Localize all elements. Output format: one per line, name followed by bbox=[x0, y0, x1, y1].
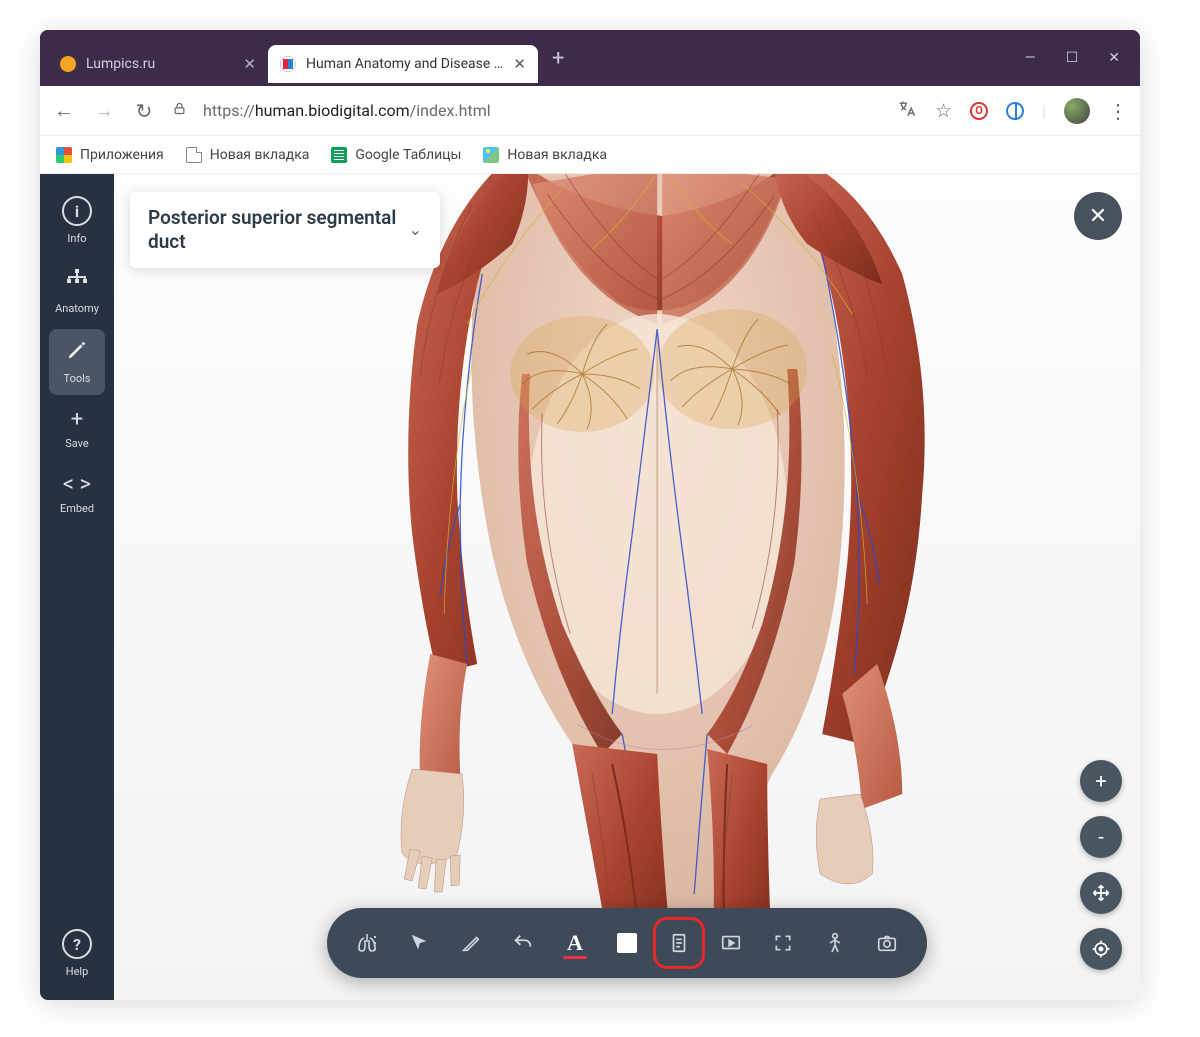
close-panel-button[interactable]: ✕ bbox=[1074, 192, 1122, 240]
profile-avatar[interactable] bbox=[1064, 98, 1090, 124]
opera-icon[interactable]: O bbox=[970, 102, 988, 120]
favicon-lumpics bbox=[60, 56, 76, 72]
browser-menu-button[interactable]: ⋮ bbox=[1108, 99, 1128, 123]
plus-icon: + bbox=[71, 409, 83, 431]
bookmark-newtab[interactable]: Новая вкладка bbox=[186, 147, 310, 163]
favicon-biodigital bbox=[280, 56, 296, 72]
help-icon: ? bbox=[62, 929, 92, 959]
tab-biodigital[interactable]: Human Anatomy and Disease in ✕ bbox=[268, 45, 538, 83]
app-area: i Info Anatomy Tools bbox=[40, 174, 1140, 1000]
anatomy-icon bbox=[64, 269, 90, 296]
bottom-toolbar: A bbox=[327, 908, 927, 978]
tool-pointer[interactable] bbox=[397, 921, 441, 965]
sidebar: i Info Anatomy Tools bbox=[40, 174, 114, 1000]
anatomy-label-card[interactable]: Posterior superior segmental duct ⌄ bbox=[130, 192, 440, 268]
tool-color[interactable] bbox=[605, 921, 649, 965]
translate-icon[interactable] bbox=[897, 99, 917, 123]
zoom-out-button[interactable]: - bbox=[1080, 816, 1122, 858]
pencil-icon bbox=[66, 339, 88, 366]
tool-scalpel[interactable] bbox=[449, 921, 493, 965]
globe-icon[interactable] bbox=[1006, 102, 1024, 120]
url-input[interactable]: https://human.biodigital.com/index.html bbox=[203, 101, 881, 120]
file-icon bbox=[186, 147, 202, 163]
tab-lumpics[interactable]: Lumpics.ru ✕ bbox=[48, 45, 268, 83]
reload-button[interactable]: ↻ bbox=[132, 99, 156, 123]
bookmark-newtab-2[interactable]: Новая вкладка bbox=[483, 147, 607, 163]
bookmark-sheets[interactable]: Google Таблицы bbox=[331, 147, 461, 163]
address-bar: ← → ↻ https://human.biodigital.com/index… bbox=[40, 86, 1140, 136]
star-icon[interactable]: ☆ bbox=[935, 99, 952, 122]
sidebar-item-save[interactable]: + Save bbox=[49, 399, 105, 460]
sidebar-item-help[interactable]: ? Help bbox=[49, 919, 105, 988]
tab-title: Human Anatomy and Disease in bbox=[306, 56, 503, 72]
picture-icon bbox=[483, 147, 499, 163]
pan-button[interactable] bbox=[1080, 872, 1122, 914]
sidebar-item-anatomy[interactable]: Anatomy bbox=[49, 259, 105, 325]
code-icon: < > bbox=[63, 474, 91, 496]
bookmarks-bar: Приложения Новая вкладка Google Таблицы … bbox=[40, 136, 1140, 174]
bookmark-apps[interactable]: Приложения bbox=[56, 147, 164, 163]
sheets-icon bbox=[331, 147, 347, 163]
anatomy-model[interactable] bbox=[262, 174, 1022, 974]
zoom-in-button[interactable]: + bbox=[1080, 760, 1122, 802]
tool-undo[interactable] bbox=[501, 921, 545, 965]
locate-button[interactable] bbox=[1080, 928, 1122, 970]
tool-figure[interactable] bbox=[813, 921, 857, 965]
sidebar-item-tools[interactable]: Tools bbox=[49, 329, 105, 395]
close-icon: ✕ bbox=[1089, 204, 1107, 229]
maximize-button[interactable]: ☐ bbox=[1066, 50, 1079, 66]
new-tab-button[interactable]: + bbox=[538, 46, 578, 71]
sidebar-item-embed[interactable]: < > Embed bbox=[49, 464, 105, 525]
forward-button[interactable]: → bbox=[92, 98, 116, 123]
close-icon[interactable]: ✕ bbox=[243, 55, 256, 73]
white-square-icon bbox=[617, 933, 637, 953]
chevron-down-icon[interactable]: ⌄ bbox=[409, 220, 422, 239]
tool-notes[interactable] bbox=[657, 921, 701, 965]
lock-icon[interactable] bbox=[172, 101, 187, 120]
tool-text[interactable]: A bbox=[553, 921, 597, 965]
tool-camera[interactable] bbox=[865, 921, 909, 965]
tab-title: Lumpics.ru bbox=[86, 56, 233, 72]
toolbar-more-button[interactable]: ⋮ bbox=[366, 933, 384, 954]
tool-fullscreen[interactable] bbox=[761, 921, 805, 965]
zoom-controls: + - bbox=[1080, 760, 1122, 970]
tool-present[interactable] bbox=[709, 921, 753, 965]
back-button[interactable]: ← bbox=[52, 98, 76, 123]
apps-icon bbox=[56, 147, 72, 163]
info-icon: i bbox=[62, 196, 92, 226]
minimize-button[interactable]: — bbox=[1025, 50, 1036, 66]
browser-window: Lumpics.ru ✕ Human Anatomy and Disease i… bbox=[40, 30, 1140, 1000]
titlebar: Lumpics.ru ✕ Human Anatomy and Disease i… bbox=[40, 30, 1140, 86]
close-icon[interactable]: ✕ bbox=[513, 55, 526, 73]
sidebar-item-info[interactable]: i Info bbox=[49, 186, 105, 255]
url-text: https://human.biodigital.com/index.html bbox=[203, 101, 491, 120]
window-close-button[interactable]: ✕ bbox=[1108, 50, 1120, 66]
anatomy-label-text: Posterior superior segmental duct bbox=[148, 206, 409, 254]
viewport-3d[interactable]: Posterior superior segmental duct ⌄ ✕ + … bbox=[114, 174, 1140, 1000]
